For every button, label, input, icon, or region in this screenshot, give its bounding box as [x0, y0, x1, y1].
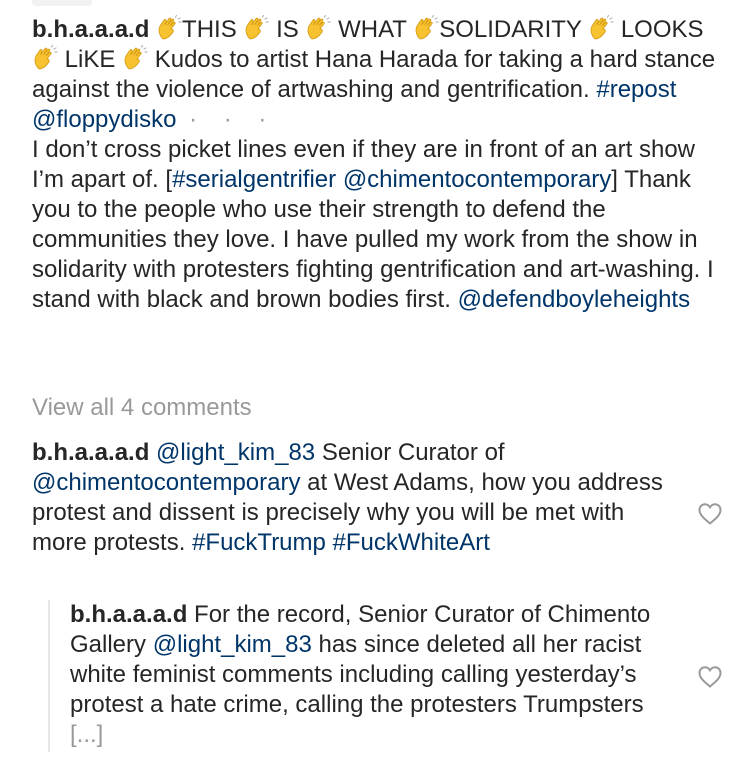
clapping-hands-icon: [122, 45, 148, 71]
clapping-hands-icon: [588, 15, 614, 41]
hashtag-link[interactable]: #FuckWhiteArt: [333, 529, 490, 556]
like-heart-icon[interactable]: [697, 502, 723, 526]
comment-username[interactable]: b.h.a.a.a.d: [70, 601, 187, 628]
caption-word: SOLIDARITY: [439, 16, 582, 43]
clapping-hands-icon: [413, 15, 439, 41]
comment-username[interactable]: b.h.a.a.a.d: [32, 439, 149, 466]
clapping-hands-icon: [32, 45, 58, 71]
caption-word: LOOKS: [620, 16, 704, 43]
mention-link[interactable]: @chimentocontemporary: [32, 469, 300, 496]
hashtag-link[interactable]: #repost: [596, 76, 676, 103]
reply-comment: b.h.a.a.a.d For the record, Senior Curat…: [70, 600, 680, 750]
more-options-icon[interactable]: · · ·: [189, 106, 276, 133]
clapping-hands-icon: [156, 15, 182, 41]
caption-word: LiKE: [64, 46, 116, 73]
hashtag-link[interactable]: #serialgentrifier: [172, 166, 336, 193]
previous-item-edge: [32, 0, 92, 6]
reply-thread-line: [48, 600, 50, 752]
comment-text: Senior Curator of: [321, 439, 505, 466]
like-heart-icon[interactable]: [697, 665, 723, 689]
caption-word: THIS: [182, 16, 237, 43]
comment: b.h.a.a.a.d @light_kim_83 Senior Curator…: [32, 438, 682, 558]
mention-link[interactable]: @light_kim_83: [156, 439, 315, 466]
mention-link[interactable]: @light_kim_83: [153, 631, 312, 658]
post-caption: b.h.a.a.a.d THIS IS WHAT SOLIDARITY LOOK…: [32, 15, 722, 315]
caption-word: IS: [276, 16, 299, 43]
more-text-link[interactable]: [...]: [70, 721, 103, 748]
caption-username[interactable]: b.h.a.a.a.d: [32, 16, 149, 43]
clapping-hands-icon: [243, 15, 269, 41]
hashtag-link[interactable]: #FuckTrump: [192, 529, 326, 556]
view-all-comments-link[interactable]: View all 4 comments: [32, 393, 252, 423]
mention-link[interactable]: @defendboyleheights: [458, 286, 691, 313]
mention-link[interactable]: @chimentocontemporary: [343, 166, 611, 193]
caption-word: WHAT: [338, 16, 407, 43]
clapping-hands-icon: [305, 15, 331, 41]
mention-link[interactable]: @floppydisko: [32, 106, 176, 133]
